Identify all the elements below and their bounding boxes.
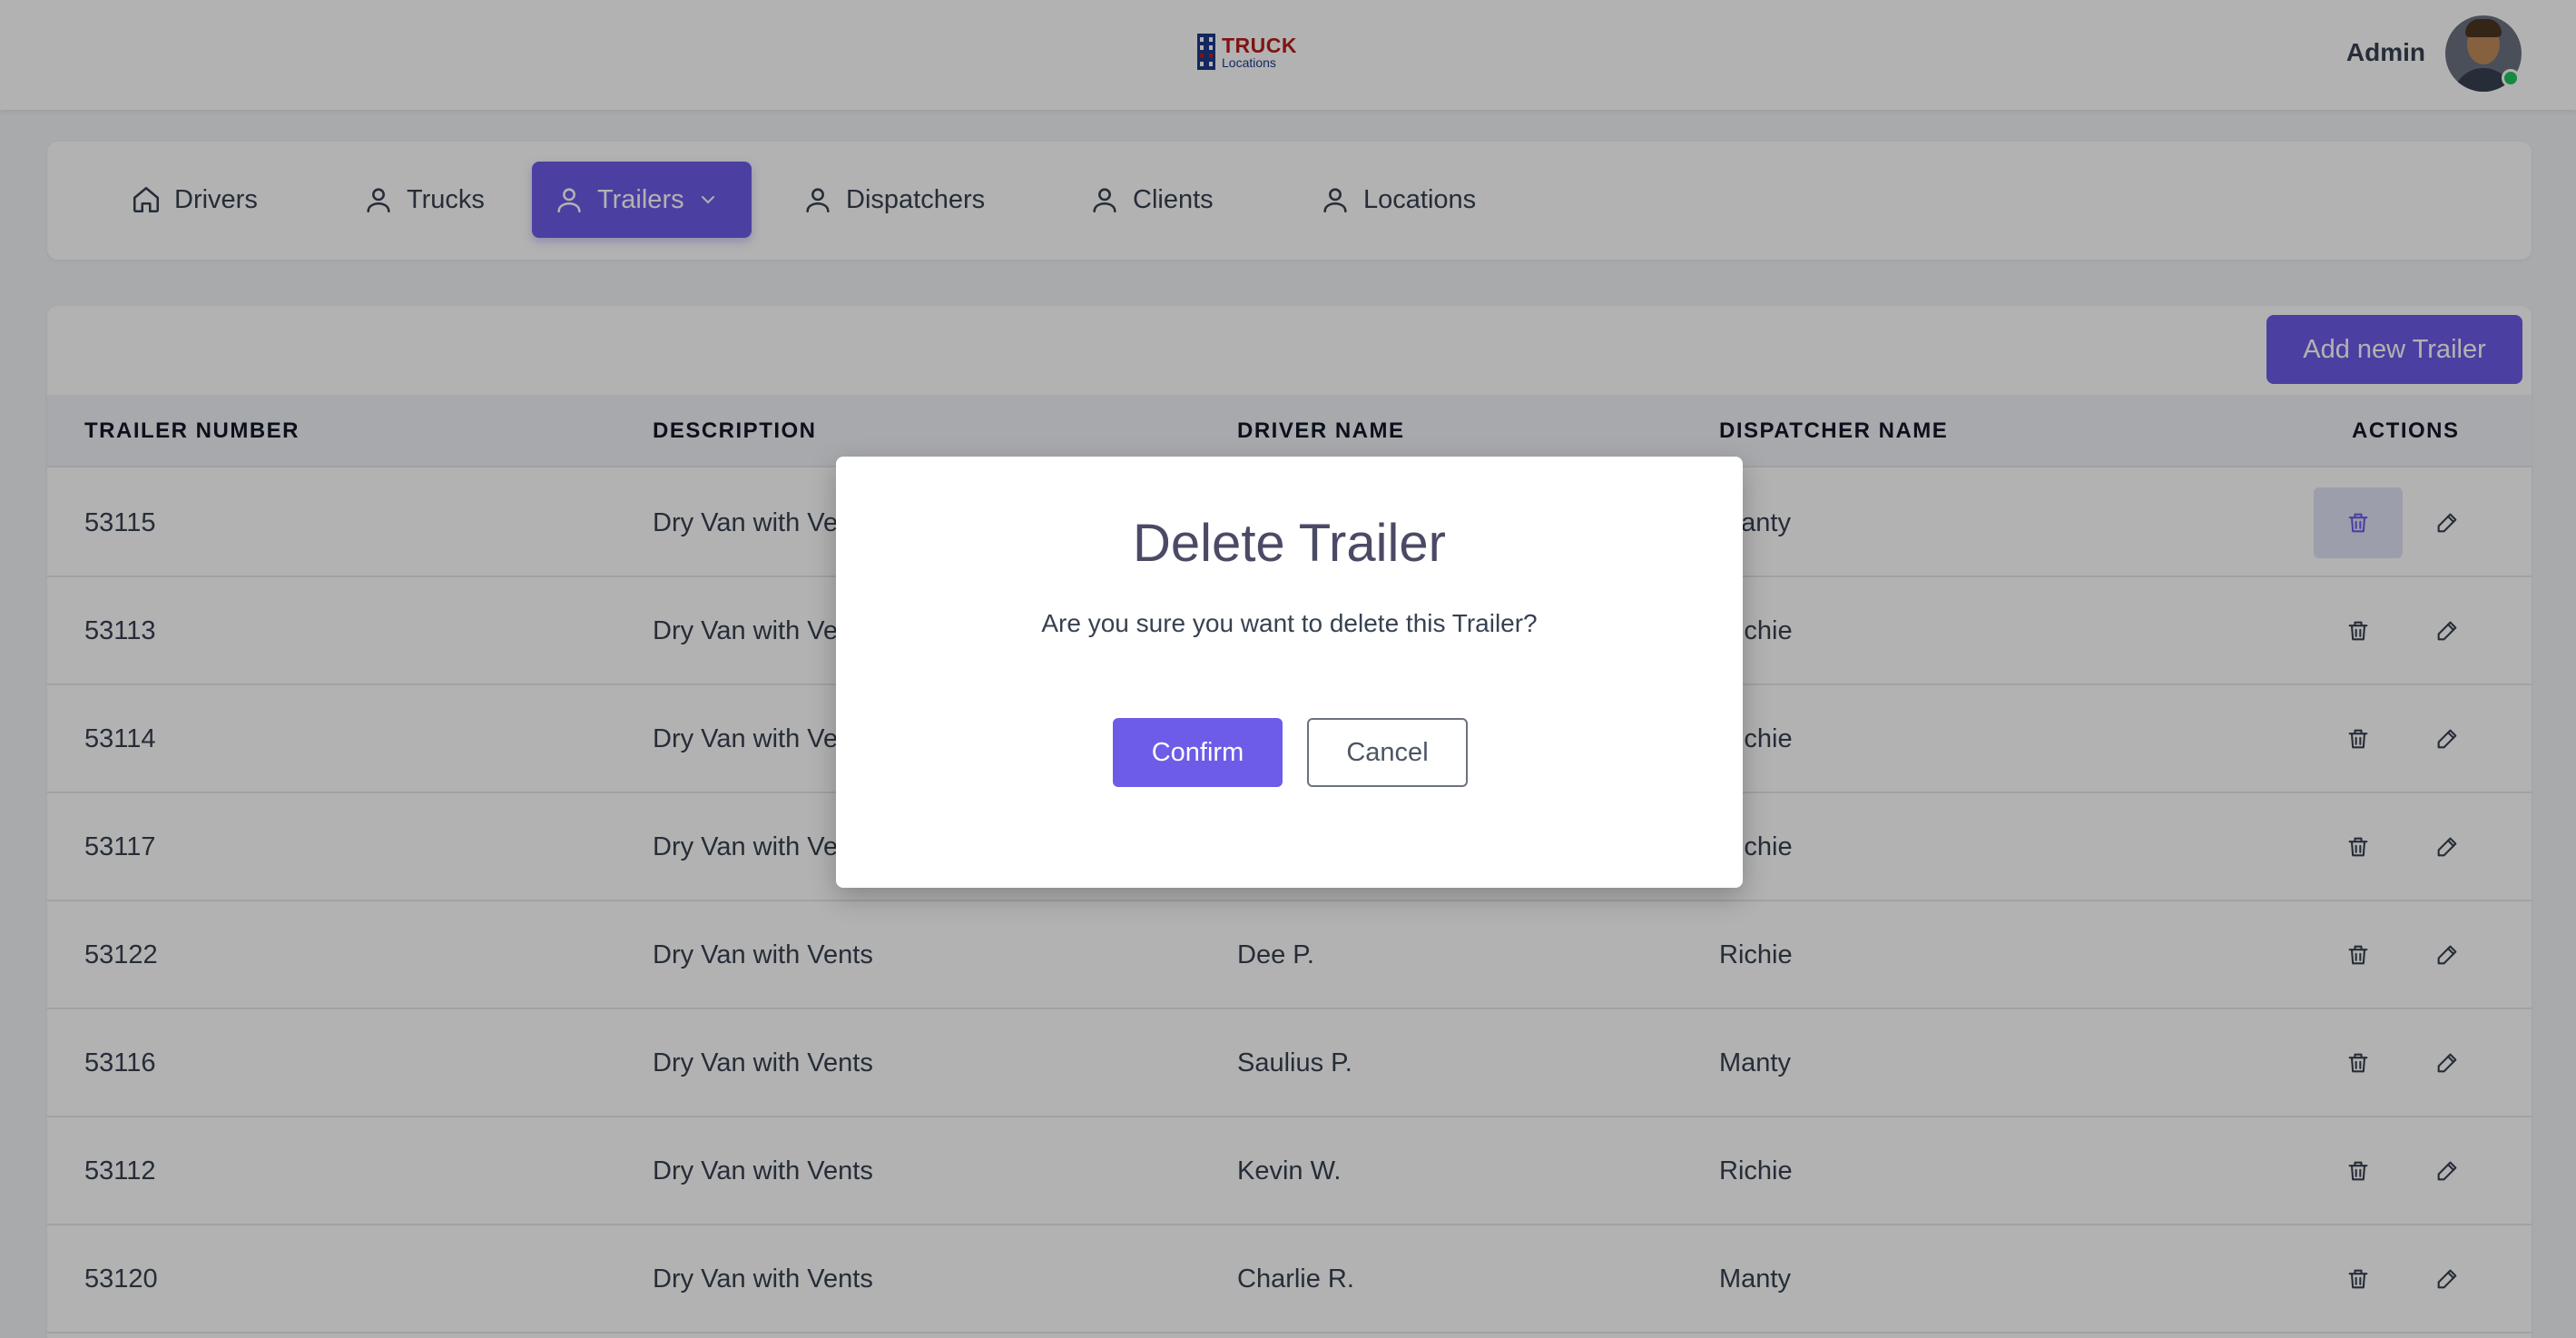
dialog-message: Are you sure you want to delete this Tra…	[1041, 609, 1538, 637]
delete-trailer-dialog: Delete Trailer Are you sure you want to …	[836, 457, 1743, 888]
confirm-button[interactable]: Confirm	[1113, 718, 1283, 787]
dialog-title: Delete Trailer	[1133, 514, 1446, 573]
cancel-button[interactable]: Cancel	[1307, 718, 1468, 787]
